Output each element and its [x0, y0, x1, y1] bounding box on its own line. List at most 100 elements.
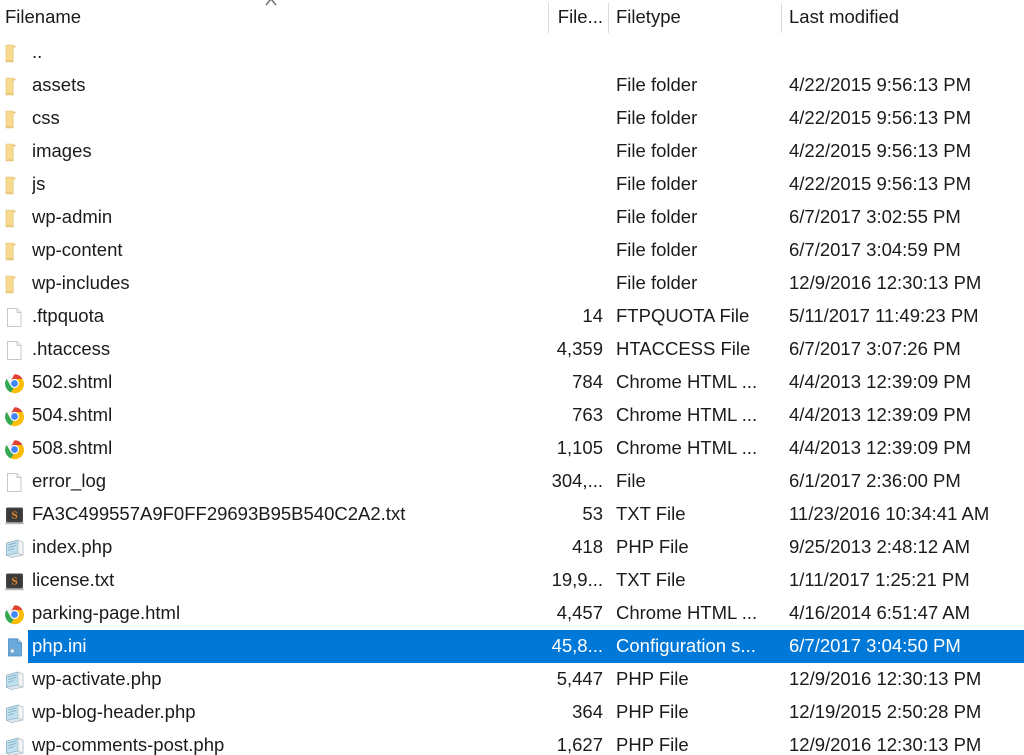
file-size	[500, 201, 603, 234]
svg-text:S: S	[11, 510, 17, 522]
folder-icon	[4, 241, 26, 262]
file-type: File folder	[616, 107, 698, 128]
file-size: 304,...	[551, 470, 603, 491]
file-last-modified: 6/7/2017 3:04:50 PM	[789, 635, 961, 656]
file-size: 784	[572, 371, 603, 392]
file-type: Chrome HTML ...	[616, 602, 758, 623]
file-name: wp-blog-header.php	[32, 701, 196, 722]
table-row[interactable]: .htaccess 4,359 HTACCESS File 6/7/2017 3:07…	[0, 333, 1024, 366]
sublime-text-icon: S	[4, 571, 26, 592]
file-size	[500, 135, 603, 168]
column-header-last-modified[interactable]: Last modified	[789, 0, 1019, 36]
folder-icon	[4, 109, 26, 130]
file-size: 4,359	[556, 338, 603, 359]
file-name: ..	[32, 41, 43, 62]
table-row[interactable]: wp-admin File folder 6/7/2017 3:02:55 PM	[0, 201, 1024, 234]
table-row[interactable]: S FA3C499557A9F0FF29693B95B540C2A2.txt 53 T…	[0, 498, 1024, 531]
table-row[interactable]: wp-activate.php 5,447 PHP File 12/9/2016 12…	[0, 663, 1024, 696]
table-row[interactable]: error_log 304,... File 6/1/2017 2:36:00 PM	[0, 465, 1024, 498]
column-divider-1[interactable]	[548, 3, 549, 33]
file-type: Chrome HTML ...	[616, 404, 758, 425]
file-type: File folder	[616, 140, 698, 161]
folder-icon	[4, 142, 26, 163]
chrome-icon	[4, 439, 26, 460]
file-last-modified: 4/22/2015 9:56:13 PM	[789, 107, 972, 128]
file-size	[500, 36, 603, 69]
folder-icon	[4, 208, 26, 229]
file-type: TXT File	[616, 569, 686, 590]
file-name: wp-activate.php	[32, 668, 162, 689]
table-row[interactable]: images File folder 4/22/2015 9:56:13 PM	[0, 135, 1024, 168]
file-last-modified: 9/25/2013 2:48:12 AM	[789, 536, 971, 557]
file-size: 45,8...	[551, 635, 603, 656]
file-name: parking-page.html	[32, 602, 181, 623]
column-divider-3[interactable]	[781, 3, 782, 33]
file-type	[616, 36, 778, 69]
file-size: 364	[572, 701, 603, 722]
file-type: File folder	[616, 239, 698, 260]
file-last-modified: 4/4/2013 12:39:09 PM	[789, 437, 972, 458]
file-type: PHP File	[616, 668, 689, 689]
table-row[interactable]: parking-page.html 4,457 Chrome HTML ... 4/1…	[0, 597, 1024, 630]
file-last-modified: 6/7/2017 3:07:26 PM	[789, 338, 961, 359]
table-row[interactable]: wp-comments-post.php 1,627 PHP File 12/9/20…	[0, 729, 1024, 755]
file-last-modified: 1/11/2017 1:25:21 PM	[789, 569, 970, 590]
file-size: 763	[572, 404, 603, 425]
file-size: 19,9...	[551, 569, 603, 590]
file-type: PHP File	[616, 536, 689, 557]
blank-page-icon	[4, 472, 26, 493]
folder-icon	[4, 274, 26, 295]
file-name: .ftpquota	[32, 305, 105, 326]
file-size	[500, 234, 603, 267]
file-size: 1,627	[556, 734, 603, 755]
table-row[interactable]: wp-blog-header.php 364 PHP File 12/19/2015 …	[0, 696, 1024, 729]
file-name: index.php	[32, 536, 113, 557]
table-row[interactable]: 508.shtml 1,105 Chrome HTML ... 4/4/2013 12…	[0, 432, 1024, 465]
file-last-modified: 11/23/2016 10:34:41 AM	[789, 503, 990, 524]
file-name: js	[32, 173, 46, 194]
table-row[interactable]: wp-content File folder 6/7/2017 3:04:59 PM	[0, 234, 1024, 267]
file-size: 4,457	[556, 602, 603, 623]
table-row[interactable]: ..	[0, 36, 1024, 69]
table-row[interactable]: css File folder 4/22/2015 9:56:13 PM	[0, 102, 1024, 135]
file-type: File	[616, 470, 646, 491]
file-name: 508.shtml	[32, 437, 113, 458]
file-type: HTACCESS File	[616, 338, 751, 359]
column-header-filetype[interactable]: Filetype	[616, 0, 776, 36]
file-name: wp-includes	[32, 272, 130, 293]
file-type: File folder	[616, 74, 698, 95]
file-type: Chrome HTML ...	[616, 371, 758, 392]
file-list-view[interactable]: Filename File... Filetype Last modified …	[0, 0, 1024, 755]
file-type: Chrome HTML ...	[616, 437, 758, 458]
file-type: PHP File	[616, 701, 689, 722]
notepad-icon	[4, 703, 26, 724]
table-row[interactable]: php.ini 45,8... Configuration s... 6/7/2017…	[0, 630, 1024, 663]
table-row[interactable]: Slicense.txt 19,9... TXT File 1/11/2017 1:2…	[0, 564, 1024, 597]
file-last-modified: 4/22/2015 9:56:13 PM	[789, 140, 972, 161]
table-row[interactable]: .ftpquota 14 FTPQUOTA File 5/11/2017 11:49:…	[0, 300, 1024, 333]
file-name: php.ini	[32, 635, 87, 656]
file-name: license.txt	[32, 569, 115, 590]
file-last-modified: 5/11/2017 11:49:23 PM	[789, 305, 979, 326]
column-divider-2[interactable]	[608, 3, 609, 33]
file-name: 502.shtml	[32, 371, 113, 392]
file-rows[interactable]: .. assets File folder 4/22/2015 9:56:13 PM c…	[0, 36, 1024, 755]
table-row[interactable]: assets File folder 4/22/2015 9:56:13 PM	[0, 69, 1024, 102]
table-row[interactable]: js File folder 4/22/2015 9:56:13 PM	[0, 168, 1024, 201]
table-row[interactable]: 504.shtml 763 Chrome HTML ... 4/4/2013 12:3…	[0, 399, 1024, 432]
file-name: assets	[32, 74, 86, 95]
file-name: images	[32, 140, 92, 161]
table-row[interactable]: index.php 418 PHP File 9/25/2013 2:48:12 AM	[0, 531, 1024, 564]
file-size: 1,105	[556, 437, 603, 458]
table-row[interactable]: 502.shtml 784 Chrome HTML ... 4/4/2013 12:3…	[0, 366, 1024, 399]
file-name: .htaccess	[32, 338, 111, 359]
chrome-icon	[4, 373, 26, 394]
table-row[interactable]: wp-includes File folder 12/9/2016 12:30:13…	[0, 267, 1024, 300]
file-size	[500, 267, 603, 300]
column-header-filesize[interactable]: File...	[552, 0, 603, 36]
file-type: Configuration s...	[616, 635, 756, 656]
column-header-row[interactable]: Filename File... Filetype Last modified	[0, 0, 1024, 36]
file-type: File folder	[616, 206, 698, 227]
file-type: FTPQUOTA File	[616, 305, 750, 326]
blank-page-icon	[4, 340, 26, 361]
